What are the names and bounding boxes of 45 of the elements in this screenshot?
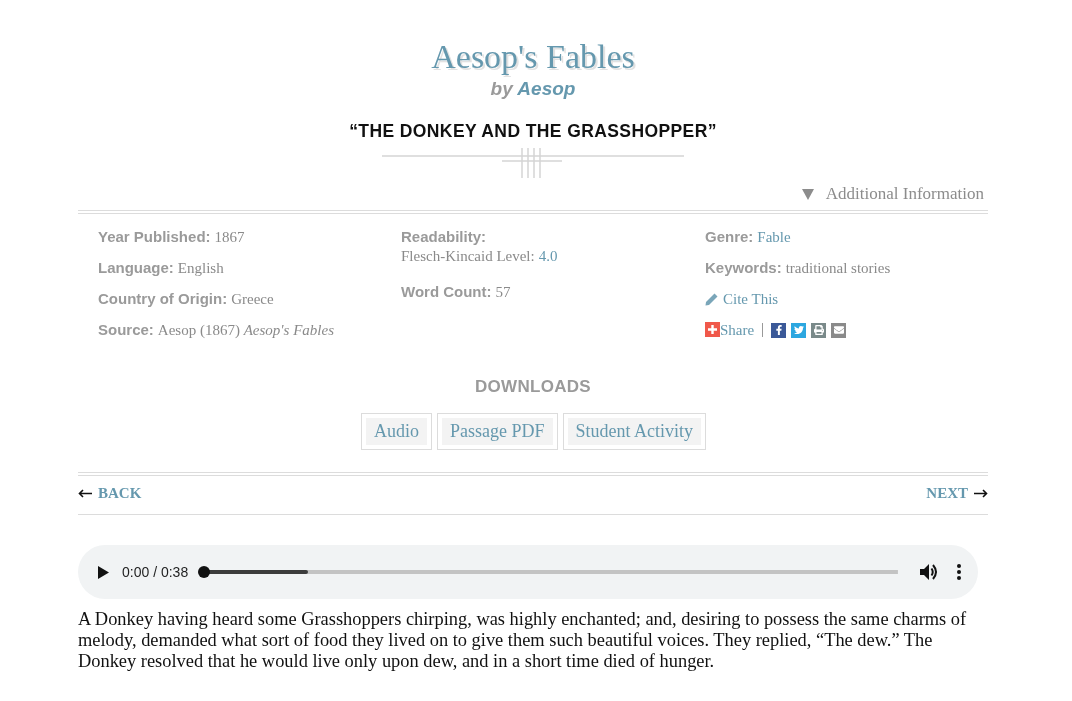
arrow-left-icon <box>78 488 92 498</box>
field-label: Word Count: <box>401 283 492 300</box>
downloads-heading: DOWNLOADS <box>475 377 591 397</box>
field-value: traditional stories <box>785 260 891 276</box>
field-label: Genre: <box>705 228 754 245</box>
download-button[interactable]: Student Activity <box>563 414 705 449</box>
next-link[interactable]: NEXT <box>926 484 988 502</box>
time-display: 0:00 / 0:38 <box>122 564 189 580</box>
play-button[interactable] <box>98 565 109 579</box>
additional-info-toggle[interactable]: Additional Information <box>801 183 984 205</box>
print-icon[interactable] <box>811 322 827 338</box>
field-value: Aesop (1867) Aesop's Fables <box>157 322 334 338</box>
collection-title: Aesop's Fables <box>431 37 635 77</box>
byline: by Aesop <box>490 78 576 100</box>
field-value: Flesch-Kincaid Level: <box>401 248 535 264</box>
plus-icon <box>705 322 720 337</box>
more-vertical-icon <box>957 564 961 580</box>
pencil-icon <box>705 292 718 306</box>
volume-icon <box>920 563 939 581</box>
field-value: Greece <box>231 291 274 307</box>
download-button[interactable]: Passage PDF <box>438 414 557 449</box>
back-link[interactable]: BACK <box>78 484 142 502</box>
volume-button[interactable] <box>920 563 939 581</box>
field-value-link[interactable]: 4.0 <box>538 248 558 264</box>
field-label: Year Published: <box>98 228 211 245</box>
field-label: Country of Origin: <box>98 290 228 307</box>
field-value: 57 <box>495 284 511 300</box>
arrow-right-icon <box>974 488 988 498</box>
field-value: 1867 <box>214 229 245 245</box>
slider-thumb[interactable] <box>198 566 211 578</box>
share-link[interactable]: Share <box>705 320 755 340</box>
fable-text: A Donkey having heard some Grasshoppers chirping, was highly enchanted; and, desiring to possess the same charms of melody, demanded what sort of food they lived on to give them such beautiful voices. They replied, “The dew.” The Donkey resolved that he would live only upon dew, and in a short time died of hunger. <box>78 609 968 672</box>
story-title: “THE DONKEY AND THE GRASSHOPPER” <box>349 120 717 142</box>
field-label: Source: <box>98 321 154 338</box>
field-value: English <box>177 260 224 276</box>
cite-link[interactable]: Cite This <box>705 289 779 309</box>
download-button[interactable]: Audio <box>362 414 431 449</box>
field-label: Readability: <box>401 227 487 247</box>
field-label: Keywords: <box>705 259 782 276</box>
more-options-button[interactable] <box>957 564 961 580</box>
field-value-link[interactable]: Fable <box>757 229 791 245</box>
envelope-icon[interactable] <box>831 322 847 338</box>
field-label: Language: <box>98 259 174 276</box>
facebook-icon[interactable] <box>771 322 787 338</box>
play-icon <box>98 565 109 579</box>
